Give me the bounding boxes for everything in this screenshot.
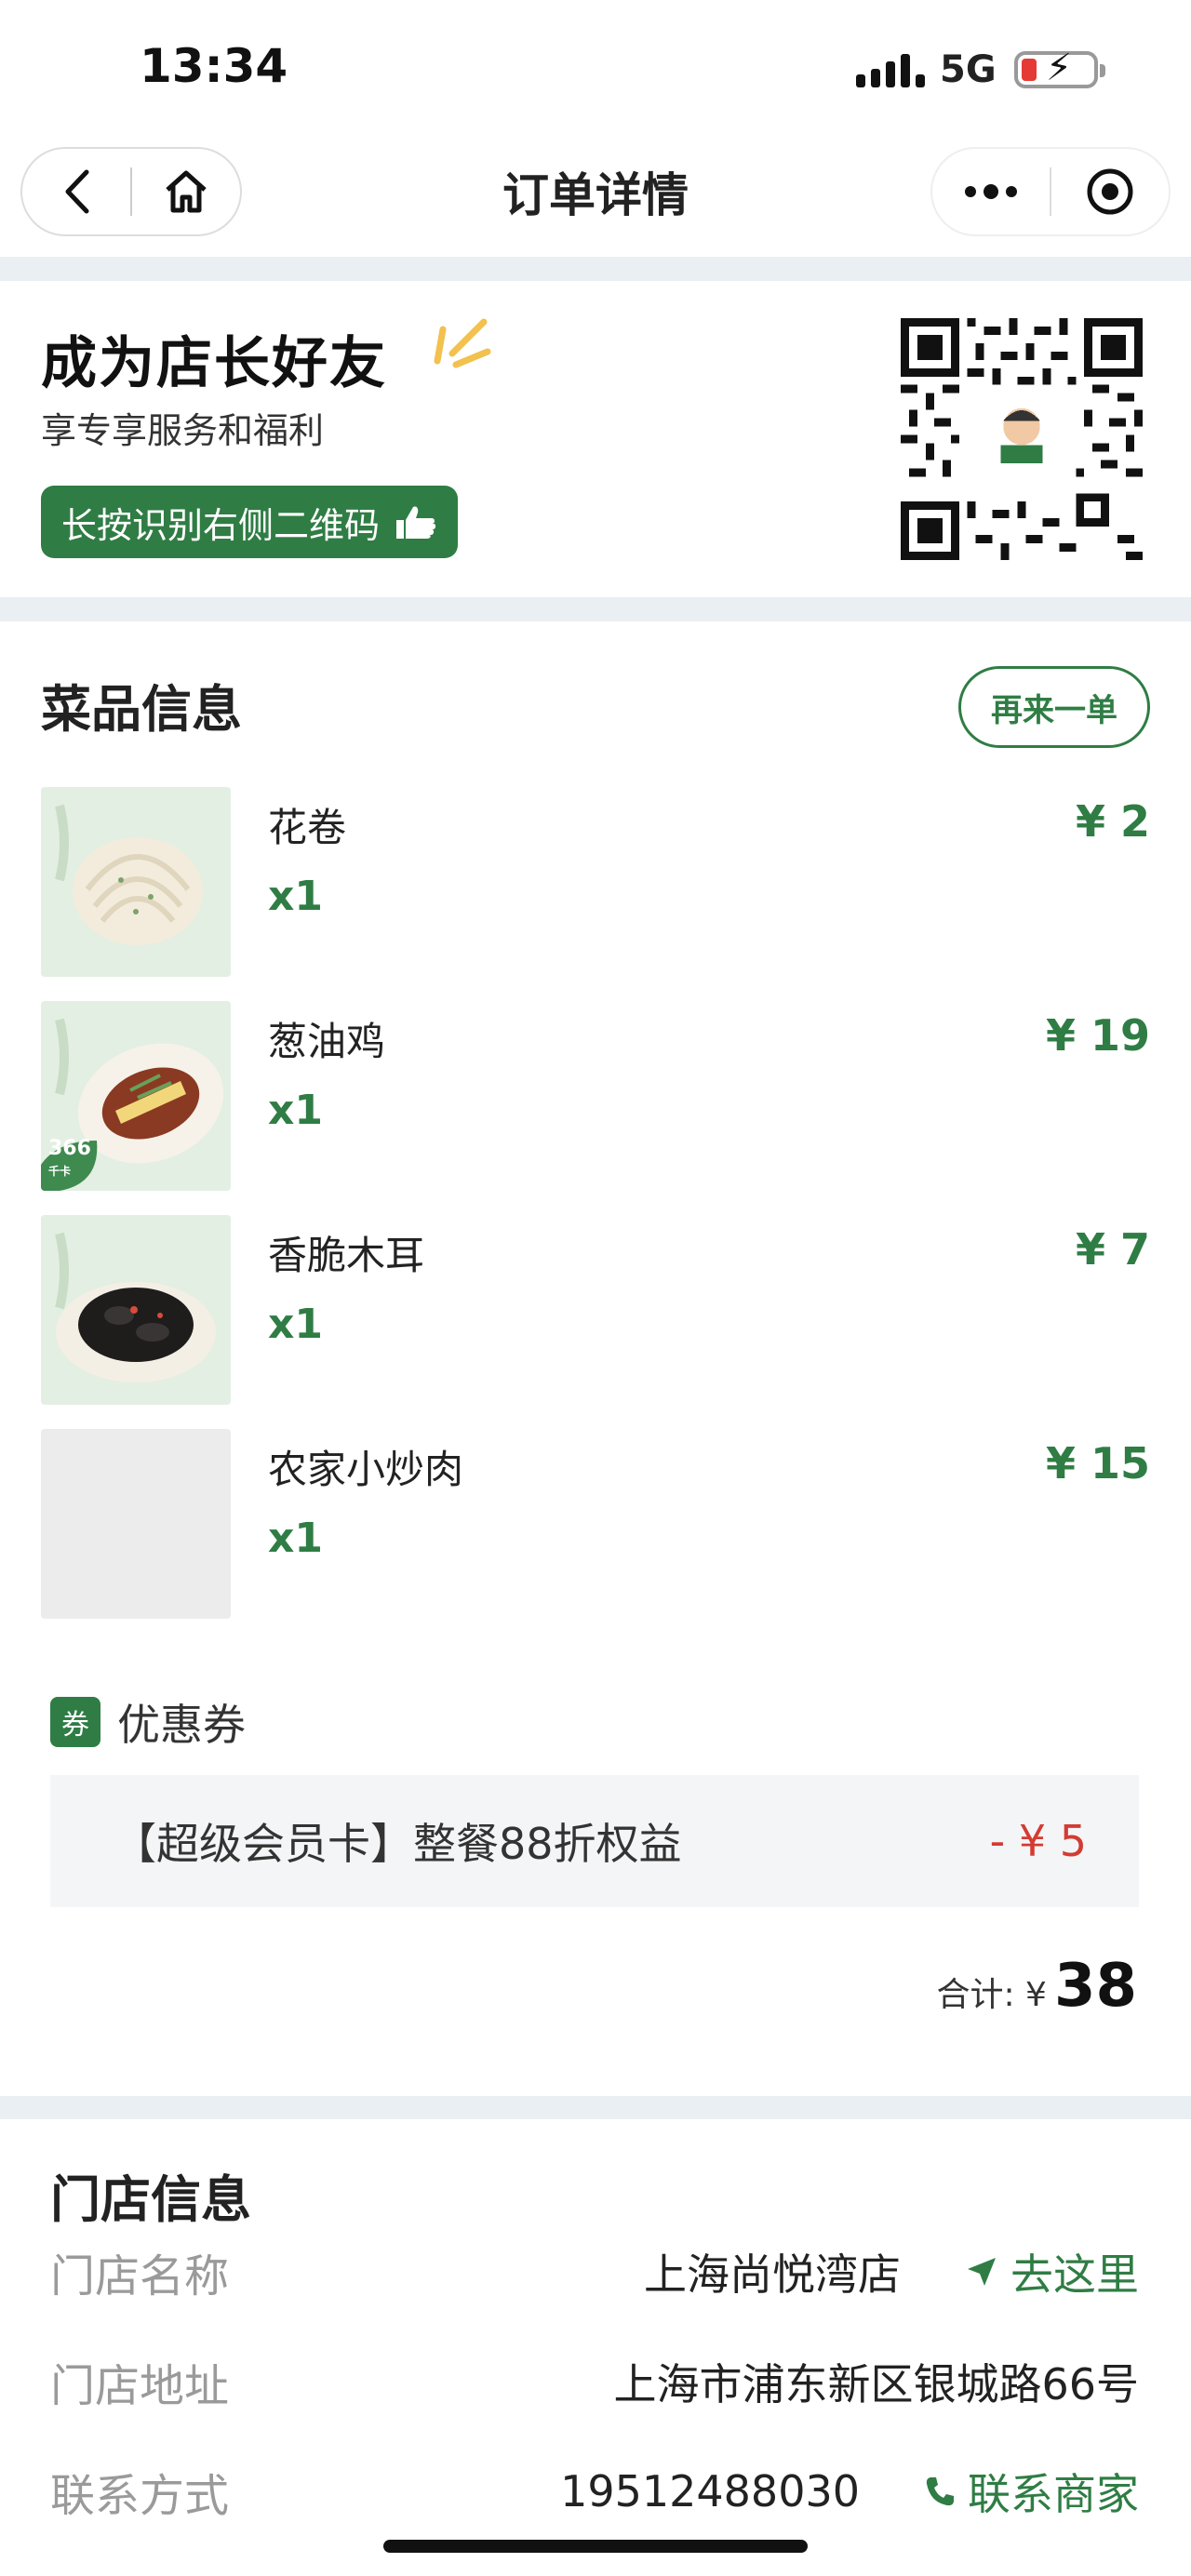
coupon-tag-icon: 券: [50, 1697, 100, 1747]
dish-qty: x1: [268, 1301, 323, 1348]
dish-item[interactable]: 366 千卡 葱油鸡 x1 ¥ 19: [41, 1001, 1150, 1191]
close-miniapp-button[interactable]: [1051, 147, 1169, 236]
navigate-label: 去这里: [1010, 2249, 1139, 2300]
target-icon: [1087, 168, 1133, 215]
promo-title: 成为店长好友: [41, 331, 387, 396]
contact-merchant-button[interactable]: 联系商家: [925, 2461, 1139, 2522]
dish-item[interactable]: 农家小炒肉 x1 ¥ 15: [41, 1429, 1150, 1619]
status-time: 13:34: [140, 39, 288, 93]
dish-price: ¥ 19: [1045, 1010, 1150, 1061]
total-amount: 38: [1053, 1952, 1137, 2021]
home-indicator[interactable]: [383, 2540, 808, 2553]
promo-card: 成为店长好友 享专享服务和福利 长按识别右侧二维码: [0, 281, 1191, 597]
coupon-label: 优惠券: [117, 1700, 246, 1750]
store-name-label: 门店名称: [50, 2250, 230, 2302]
coupon-header: 券 优惠券: [50, 1691, 246, 1753]
battery-icon: ⚡: [1014, 49, 1105, 88]
dish-qty: x1: [268, 873, 323, 920]
section-title: 菜品信息: [41, 680, 242, 739]
store-address: 上海市浦东新区银城路66号: [613, 2359, 1139, 2409]
store-contact-label: 联系方式: [50, 2470, 230, 2522]
coupon-discount: - ¥ 5: [989, 1816, 1087, 1866]
dish-qty: x1: [268, 1087, 323, 1134]
more-icon: [965, 184, 1017, 199]
store-address-row: 门店地址 上海市浦东新区银城路66号: [50, 2344, 1139, 2419]
section-title: 门店信息: [50, 2170, 251, 2229]
dish-name: 葱油鸡: [268, 1019, 386, 1064]
location-arrow-icon: [968, 2258, 996, 2286]
phone-icon: [926, 2477, 954, 2506]
dish-name: 香脆木耳: [268, 1233, 425, 1278]
total-label: 合计: ¥: [936, 1976, 1047, 2014]
dish-price: ¥ 7: [1075, 1224, 1150, 1275]
contact-merchant-label: 联系商家: [968, 2469, 1139, 2519]
reorder-button[interactable]: 再来一单: [958, 666, 1150, 748]
signal-icon: [856, 54, 925, 87]
dish-image-placeholder: [41, 1429, 231, 1619]
calorie-badge: 366 千卡: [48, 1137, 91, 1178]
store-name: 上海尚悦湾店: [644, 2249, 901, 2300]
sparkle-icon: [434, 318, 491, 368]
dish-item[interactable]: 香脆木耳 x1 ¥ 7: [41, 1215, 1150, 1405]
coupon-name: 【超级会员卡】整餐88折权益: [114, 1819, 682, 1869]
store-name-row: 门店名称 上海尚悦湾店 去这里: [50, 2235, 1139, 2309]
dish-item[interactable]: 花卷 x1 ¥ 2: [41, 787, 1150, 977]
scan-qr-hint-button[interactable]: 长按识别右侧二维码: [41, 486, 459, 558]
status-bar: 13:34 5G ⚡: [0, 0, 1191, 140]
dish-price: ¥ 15: [1045, 1438, 1150, 1488]
network-label: 5G: [940, 48, 997, 91]
dish-qty: x1: [268, 1515, 323, 1562]
dish-image: [41, 787, 231, 977]
more-button[interactable]: [932, 147, 1050, 236]
nav-capsule-right: [930, 147, 1171, 236]
dish-name: 农家小炒肉: [268, 1447, 464, 1492]
order-total: 合计: ¥ 38: [936, 1952, 1137, 2021]
dish-name: 花卷: [268, 805, 347, 850]
dish-price: ¥ 2: [1075, 796, 1150, 847]
navigate-button[interactable]: 去这里: [966, 2241, 1139, 2302]
thumbs-up-icon: [396, 506, 436, 539]
dish-image: 366 千卡: [41, 1001, 231, 1191]
dish-image: [41, 1215, 231, 1405]
store-contact-row: 联系方式 19512488030 联系商家: [50, 2454, 1139, 2529]
coupon-item: 【超级会员卡】整餐88折权益 - ¥ 5: [50, 1775, 1139, 1907]
store-address-label: 门店地址: [50, 2360, 230, 2412]
store-info-card: 门店信息 门店名称 上海尚悦湾店 去这里 门店地址 上海市浦东新区银城路66号 …: [0, 2119, 1191, 2576]
store-phone: 19512488030: [560, 2466, 860, 2516]
promo-button-label: 长按识别右侧二维码: [61, 504, 381, 546]
promo-subtitle: 享专享服务和福利: [41, 410, 325, 451]
dish-info-card: 菜品信息 再来一单 花卷 x1 ¥ 2 366 千卡 葱油鸡 x1 ¥ 19 香…: [0, 621, 1191, 2096]
qr-code[interactable]: [901, 318, 1143, 560]
